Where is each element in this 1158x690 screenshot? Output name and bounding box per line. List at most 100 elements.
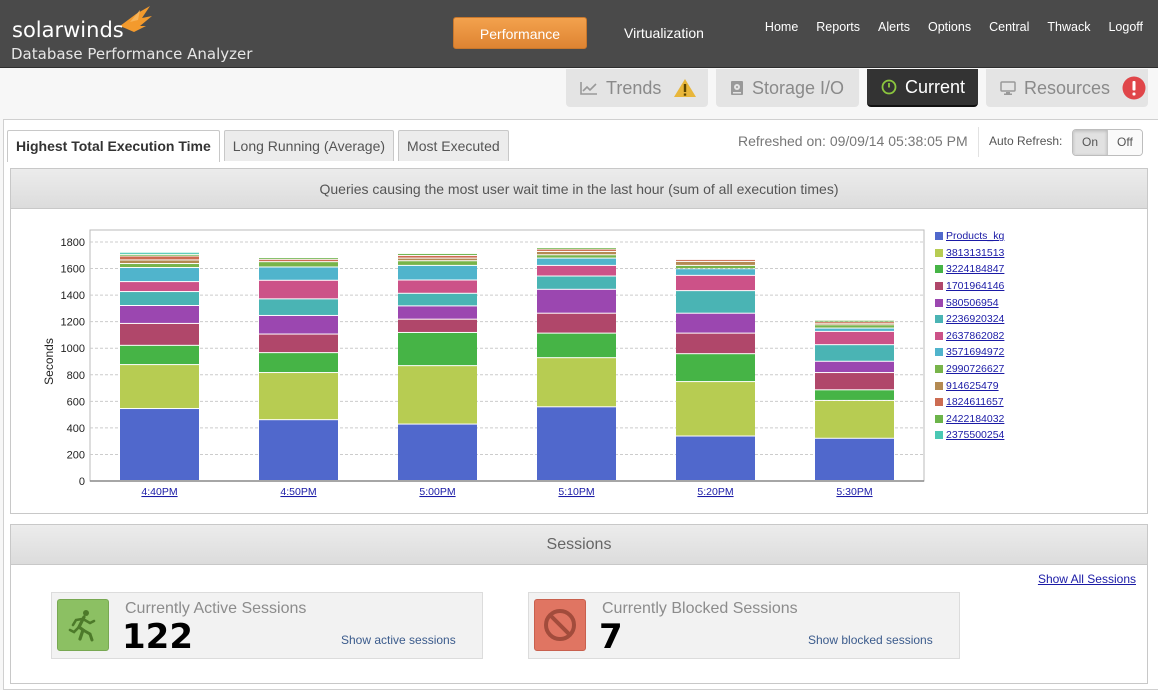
legend-item[interactable]: 2375500254: [935, 427, 1004, 444]
stacked-bar-chart: 0 200 400 600 800 1000 1200 1400 1600 1800 Seconds…: [42, 229, 925, 498]
trend-chart-icon: [580, 81, 598, 95]
legend-label[interactable]: 914625479: [946, 380, 999, 392]
divider: [978, 127, 979, 157]
legend-label[interactable]: 2375500254: [946, 429, 1004, 441]
bar-segment: [537, 255, 616, 258]
tab-most-executed[interactable]: Most Executed: [398, 130, 509, 161]
legend-swatch: [935, 265, 943, 274]
x-tick-label[interactable]: 5:10PM: [558, 486, 594, 498]
x-tick-label[interactable]: 5:20PM: [697, 486, 733, 498]
legend-swatch: [935, 232, 943, 241]
show-active-sessions-link[interactable]: Show active sessions: [341, 633, 456, 647]
x-tick-label[interactable]: 4:50PM: [280, 486, 316, 498]
bar-segment: [259, 420, 338, 480]
product-name: Database Performance Analyzer: [11, 45, 253, 63]
bar-segment: [676, 291, 755, 313]
monitor-icon: [1000, 80, 1016, 96]
bar-segment: [537, 289, 616, 313]
legend-label[interactable]: 2637862082: [946, 330, 1004, 342]
legend-swatch: [935, 298, 943, 307]
bar-segment: [120, 268, 199, 282]
legend-label[interactable]: 1824611657: [946, 396, 1004, 408]
tab-storage-io-label: Storage I/O: [752, 77, 845, 98]
legend-item[interactable]: 2236920324: [935, 311, 1004, 328]
bar-segment: [120, 260, 199, 264]
bar-segment: [120, 292, 199, 305]
legend-item[interactable]: 3224184847: [935, 261, 1004, 278]
nav-central[interactable]: Central: [989, 20, 1029, 34]
legend-label[interactable]: 3813131513: [946, 247, 1004, 259]
legend-item[interactable]: 2422184032: [935, 411, 1004, 428]
show-all-sessions-link[interactable]: Show All Sessions: [1038, 572, 1136, 586]
nav-reports[interactable]: Reports: [816, 20, 860, 34]
bar-segment: [120, 323, 199, 345]
bar-segment: [815, 390, 894, 400]
legend-item[interactable]: 2637862082: [935, 328, 1004, 345]
legend-label[interactable]: 2990726627: [946, 363, 1004, 375]
legend-label[interactable]: 580506954: [946, 297, 999, 309]
bar-segment: [815, 328, 894, 331]
legend-item[interactable]: 3571694972: [935, 344, 1004, 361]
tab-trends[interactable]: Trends: [566, 69, 708, 107]
blocked-icon: [534, 599, 586, 651]
virtualization-link[interactable]: Virtualization: [624, 25, 704, 41]
tab-current[interactable]: Current: [867, 69, 978, 107]
legend-item[interactable]: 3813131513: [935, 245, 1004, 262]
legend-swatch: [935, 414, 943, 423]
legend-label[interactable]: 3571694972: [946, 346, 1004, 358]
legend-label[interactable]: Products_kg: [946, 230, 1004, 242]
legend-label[interactable]: 2422184032: [946, 413, 1004, 425]
legend-label[interactable]: 3224184847: [946, 263, 1004, 275]
auto-refresh-on-button[interactable]: On: [1073, 130, 1109, 155]
bar-segment: [398, 332, 477, 366]
performance-button[interactable]: Performance: [453, 17, 587, 49]
tab-resources[interactable]: Resources: [986, 69, 1148, 107]
bar-segment: [398, 293, 477, 306]
bar-segment: [120, 345, 199, 365]
chart-panel: Queries causing the most user wait time …: [10, 168, 1148, 514]
tab-trends-label: Trends: [606, 77, 662, 98]
active-sessions-card: Currently Active Sessions 122 Show activ…: [51, 592, 483, 659]
legend-swatch: [935, 248, 943, 257]
nav-logoff[interactable]: Logoff: [1108, 20, 1143, 34]
auto-refresh-toggle: On Off: [1072, 129, 1143, 156]
tab-storage-io[interactable]: Storage I/O: [716, 69, 859, 107]
show-blocked-sessions-link[interactable]: Show blocked sessions: [808, 633, 933, 647]
blocked-sessions-card: Currently Blocked Sessions 7 Show blocke…: [528, 592, 960, 659]
x-tick-label[interactable]: 5:00PM: [419, 486, 455, 498]
auto-refresh-off-button[interactable]: Off: [1108, 130, 1142, 155]
bar-segment: [537, 249, 616, 251]
bar-segment: [676, 436, 755, 480]
nav-home[interactable]: Home: [765, 20, 798, 34]
tab-current-label: Current: [905, 76, 966, 97]
active-sessions-count: 122: [122, 617, 193, 657]
bar-segment: [120, 365, 199, 409]
legend-item[interactable]: 2990726627: [935, 361, 1004, 378]
nav-alerts[interactable]: Alerts: [878, 20, 910, 34]
legend-swatch: [935, 381, 943, 390]
bar-segment: [676, 382, 755, 436]
tab-highest-total-execution-time[interactable]: Highest Total Execution Time: [7, 130, 220, 162]
legend-item[interactable]: 1824611657: [935, 394, 1004, 411]
y-tick-label: 1000: [61, 343, 85, 355]
nav-thwack[interactable]: Thwack: [1047, 20, 1090, 34]
tab-long-running-average[interactable]: Long Running (Average): [223, 130, 395, 161]
legend-label[interactable]: 1701964146: [946, 280, 1004, 292]
bar-segment: [815, 345, 894, 361]
bar-segment: [676, 313, 755, 333]
x-tick-label[interactable]: 4:40PM: [141, 486, 177, 498]
bar-segment: [537, 265, 616, 276]
legend-item[interactable]: 914625479: [935, 377, 1004, 394]
brand-logo[interactable]: solarwinds: [12, 18, 124, 42]
y-tick-label: 200: [67, 449, 85, 461]
legend-item[interactable]: 1701964146: [935, 278, 1004, 295]
bar-segment: [815, 400, 894, 438]
chart-panel-heading: Queries causing the most user wait time …: [11, 169, 1147, 209]
top-nav: Home Reports Alerts Options Central Thwa…: [747, 20, 1143, 34]
legend-item[interactable]: 580506954: [935, 294, 1004, 311]
legend-item[interactable]: Products_kg: [935, 228, 1004, 245]
x-tick-label[interactable]: 5:30PM: [836, 486, 872, 498]
legend-label[interactable]: 2236920324: [946, 313, 1004, 325]
y-tick-label: 1800: [61, 237, 85, 249]
nav-options[interactable]: Options: [928, 20, 971, 34]
